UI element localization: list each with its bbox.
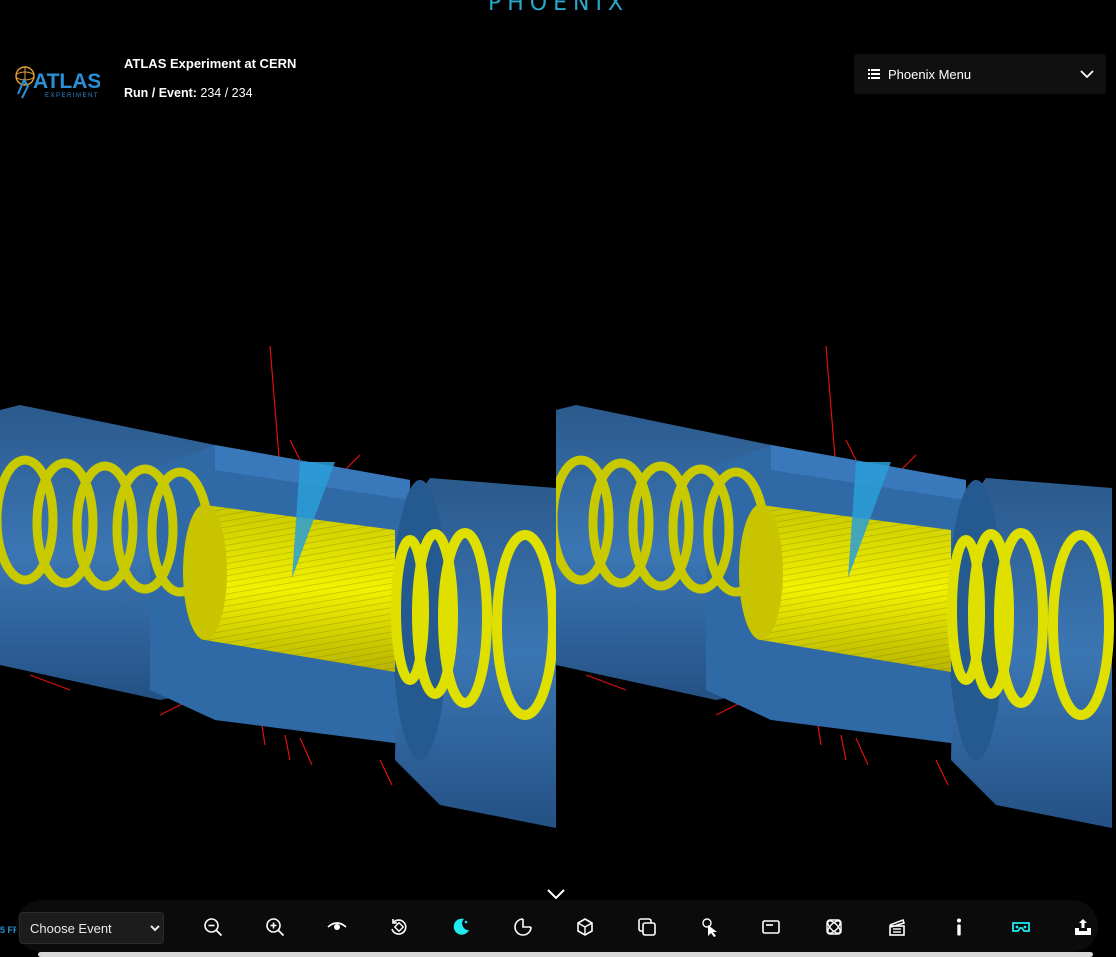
pointer-icon	[702, 918, 717, 937]
pie-chart-icon	[514, 918, 532, 936]
event-data-explorer-button[interactable]	[821, 914, 847, 940]
phoenix-logo: PHOENIX	[488, 0, 630, 16]
eye-icon	[327, 922, 347, 930]
run-event-info: Run / Event: 234 / 234	[124, 86, 253, 100]
ui-menu-toolbar: Choose Event	[16, 900, 1098, 952]
choose-event-select[interactable]: Choose Event	[19, 912, 164, 944]
dark-theme-button[interactable]	[448, 914, 474, 940]
vr-icon	[1012, 922, 1030, 932]
info-panel-button[interactable]	[758, 914, 784, 940]
svg-text:ATLAS: ATLAS	[33, 70, 100, 93]
phoenix-menu-button[interactable]: Phoenix Menu	[854, 54, 1106, 94]
horizontal-scrollbar[interactable]	[38, 952, 1093, 957]
rotate-icon	[391, 919, 407, 935]
zoom-in-button[interactable]	[262, 914, 288, 940]
share-upload-button[interactable]	[1070, 914, 1096, 940]
experiment-title: ATLAS Experiment at CERN	[124, 56, 297, 71]
animation-icon	[889, 918, 906, 936]
chevron-down-icon	[1080, 69, 1094, 78]
cube-icon	[577, 918, 593, 936]
upload-icon	[1075, 919, 1091, 935]
animate-button[interactable]	[884, 914, 910, 940]
list-icon	[868, 69, 880, 79]
clipping-button[interactable]	[510, 914, 536, 940]
overlay-icon	[638, 918, 656, 936]
event-display-canvas[interactable]	[0, 0, 1116, 957]
zoom-out-button[interactable]	[200, 914, 226, 940]
dark-theme-icon	[453, 918, 469, 935]
view-options-button[interactable]	[324, 914, 350, 940]
info-icon	[957, 918, 961, 936]
svg-text:EXPERIMENT: EXPERIMENT	[45, 93, 99, 99]
object-pointer-button[interactable]	[696, 914, 722, 940]
overlay-view-button[interactable]	[634, 914, 660, 940]
auto-rotate-button[interactable]	[386, 914, 412, 940]
phoenix-menu-label: Phoenix Menu	[888, 66, 972, 82]
atom-icon	[826, 919, 842, 935]
run-event-value: 234 / 234	[200, 86, 253, 100]
vr-toggle-button[interactable]	[1008, 914, 1034, 940]
run-event-label: Run / Event:	[124, 86, 197, 100]
atlas-logo: ATLAS EXPERIMENT	[15, 66, 100, 99]
zoom-out-icon	[204, 918, 223, 937]
object-selection-button[interactable]	[572, 914, 598, 940]
info-button[interactable]	[946, 914, 972, 940]
info-panel-icon	[762, 920, 780, 934]
chevron-down-icon	[547, 889, 565, 900]
zoom-in-icon	[266, 918, 285, 937]
